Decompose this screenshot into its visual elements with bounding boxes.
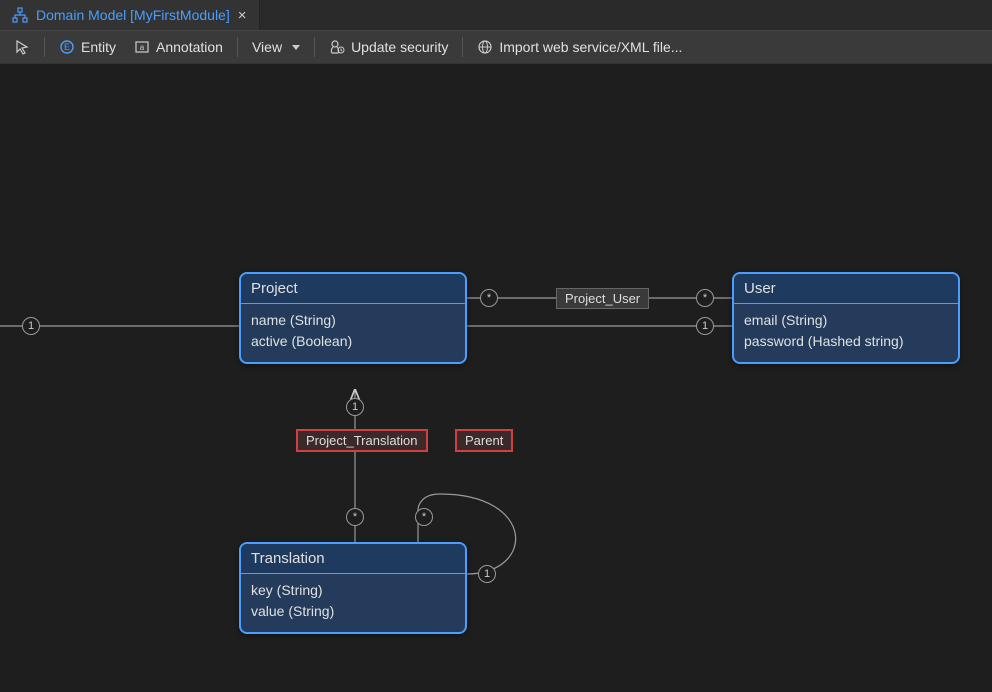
multiplicity-one: 1 [346, 398, 364, 416]
association-label-project-user[interactable]: Project_User [556, 288, 649, 309]
multiplicity-many: * [346, 508, 364, 526]
entity-translation[interactable]: Translation key (String) value (String) [239, 542, 467, 634]
multiplicity-many: * [480, 289, 498, 307]
close-icon[interactable]: × [238, 8, 247, 23]
annotation-tool[interactable]: a Annotation [126, 35, 231, 59]
attribute: value (String) [251, 601, 455, 622]
separator [237, 37, 238, 57]
update-security-label: Update security [351, 39, 448, 55]
connections-overlay [0, 64, 992, 692]
security-icon [329, 39, 345, 55]
entity-user[interactable]: User email (String) password (Hashed str… [732, 272, 960, 364]
toolbar: E Entity a Annotation View Update securi… [0, 30, 992, 64]
annotation-tool-label: Annotation [156, 39, 223, 55]
entity-project[interactable]: Project name (String) active (Boolean) [239, 272, 467, 364]
globe-icon [477, 39, 493, 55]
diagram-canvas[interactable]: 1 * * 1 1 * * 1 Project_User Project_Tra… [0, 64, 992, 692]
view-menu-label: View [252, 39, 282, 55]
entity-icon: E [59, 39, 75, 55]
tab-bar: Domain Model [MyFirstModule] × [0, 0, 992, 30]
update-security-button[interactable]: Update security [321, 35, 456, 59]
import-button[interactable]: Import web service/XML file... [469, 35, 690, 59]
attribute: password (Hashed string) [744, 331, 948, 352]
entity-title: Translation [241, 544, 465, 574]
svg-text:a: a [140, 43, 145, 52]
multiplicity-one: 1 [22, 317, 40, 335]
entity-attributes: key (String) value (String) [241, 574, 465, 632]
entity-tool-label: Entity [81, 39, 116, 55]
entity-title: Project [241, 274, 465, 304]
attribute: name (String) [251, 310, 455, 331]
tab-domain-model[interactable]: Domain Model [MyFirstModule] × [0, 0, 260, 30]
entity-title: User [734, 274, 958, 304]
multiplicity-many: * [415, 508, 433, 526]
association-label-parent[interactable]: Parent [455, 429, 513, 452]
entity-attributes: name (String) active (Boolean) [241, 304, 465, 362]
attribute: email (String) [744, 310, 948, 331]
multiplicity-one: 1 [478, 565, 496, 583]
separator [314, 37, 315, 57]
annotation-icon: a [134, 39, 150, 55]
entity-tool[interactable]: E Entity [51, 35, 124, 59]
svg-text:E: E [64, 42, 70, 52]
entity-attributes: email (String) password (Hashed string) [734, 304, 958, 362]
chevron-down-icon [292, 45, 300, 50]
import-label: Import web service/XML file... [499, 39, 682, 55]
separator [462, 37, 463, 57]
tab-title: Domain Model [MyFirstModule] [36, 7, 230, 23]
multiplicity-many: * [696, 289, 714, 307]
separator [44, 37, 45, 57]
attribute: active (Boolean) [251, 331, 455, 352]
pointer-tool[interactable] [6, 35, 38, 59]
domain-model-icon [12, 7, 28, 23]
pointer-icon [14, 39, 30, 55]
multiplicity-one: 1 [696, 317, 714, 335]
association-label-project-translation[interactable]: Project_Translation [296, 429, 428, 452]
attribute: key (String) [251, 580, 455, 601]
view-menu[interactable]: View [244, 35, 308, 59]
